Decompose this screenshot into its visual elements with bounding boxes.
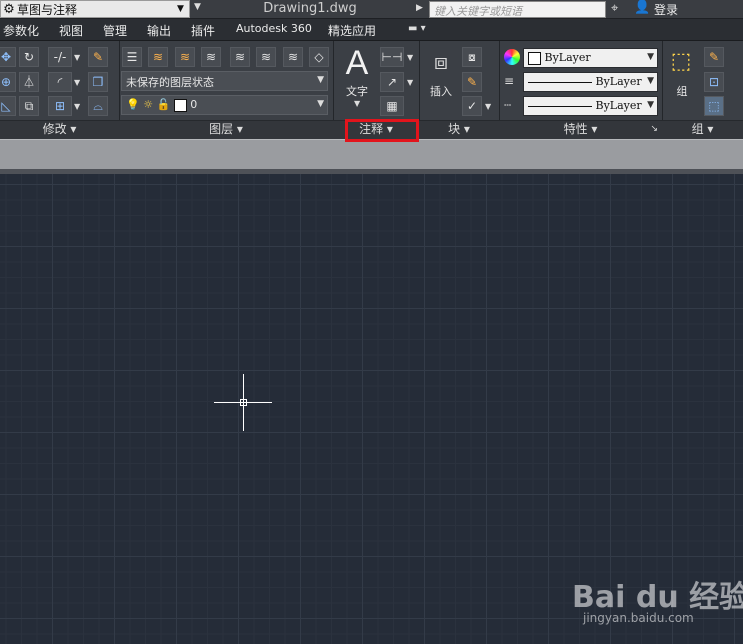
annotation-highlight-box xyxy=(345,119,419,142)
arrow-right-icon[interactable]: ▶ xyxy=(416,3,426,15)
chevron-down-icon[interactable]: ▼ xyxy=(407,53,413,62)
chevron-down-icon[interactable]: ▼ xyxy=(407,78,413,87)
group-button-label[interactable]: 组 xyxy=(668,83,696,99)
gear-icon: ⚙ xyxy=(3,1,15,17)
tab-parametric[interactable]: 参数化 xyxy=(3,22,39,39)
document-title: Drawing1.dwg xyxy=(263,1,357,16)
chevron-down-icon[interactable]: ▼ xyxy=(74,102,80,111)
group-edit-icon[interactable]: ✎ xyxy=(704,47,724,67)
color-swatch-icon xyxy=(173,98,187,112)
layer-isolate-icon[interactable]: ≋ xyxy=(148,47,168,67)
layer-walk-icon[interactable]: ◇ xyxy=(309,47,329,67)
chevron-down-icon: ▼ xyxy=(317,99,324,109)
chevron-down-icon: ▼ xyxy=(647,76,654,86)
dimension-icon[interactable]: ⊢⊣ xyxy=(380,47,404,67)
insert-button-label[interactable]: 插入 xyxy=(423,83,459,99)
rotate-icon[interactable]: ↻ xyxy=(19,47,39,67)
crosshair-pickbox xyxy=(240,399,247,406)
layer-match-icon[interactable]: ≋ xyxy=(201,47,221,67)
bulb-icon: 💡 xyxy=(126,98,140,111)
line-sample xyxy=(528,105,592,107)
chevron-down-icon: ▼ xyxy=(317,75,324,85)
layer-properties-icon[interactable]: ☰ xyxy=(122,47,142,67)
groups-panel-title[interactable]: 组 ▾ xyxy=(662,120,743,139)
tab-plugins[interactable]: 插件 xyxy=(191,22,215,39)
more-tabs-icon[interactable]: ▬ ▾ xyxy=(408,23,426,34)
scale-icon[interactable]: ⧉ xyxy=(19,96,39,116)
block-panel: ⧈ 插入 ⧇ ✎ ✓ ▼ 块 ▾ xyxy=(419,41,500,139)
lineweight-select[interactable]: ByLayer ▼ xyxy=(523,72,658,92)
tab-view[interactable]: 视图 xyxy=(59,22,83,39)
sun-icon: ☼ xyxy=(143,98,154,111)
chevron-down-icon: ▼ xyxy=(647,52,654,62)
layers-panel-title[interactable]: 图层 ▾ xyxy=(119,120,333,139)
block-panel-title[interactable]: 块 ▾ xyxy=(419,120,499,139)
group-icon[interactable]: ⬚ xyxy=(666,49,696,79)
color-select[interactable]: ByLayer ▼ xyxy=(523,48,658,68)
quick-access-dropdown[interactable]: ▼ xyxy=(194,2,206,16)
leader-icon[interactable]: ↗ xyxy=(380,72,404,92)
chevron-down-icon: ▼ xyxy=(177,4,184,14)
explode-icon[interactable]: ❒ xyxy=(88,72,108,92)
fillet-icon[interactable]: ◜ xyxy=(48,72,72,92)
login-button[interactable]: 登录 xyxy=(654,1,694,18)
lock-icon: 🔓 xyxy=(156,98,171,111)
chevron-down-icon: ▼ xyxy=(647,100,654,110)
ungroup-icon[interactable]: ⊡ xyxy=(704,72,724,92)
properties-panel-title[interactable]: 特性 ▾ ↘ xyxy=(499,120,662,139)
chevron-down-icon[interactable]: ▼ xyxy=(354,99,360,108)
mirror-icon[interactable]: ⏃ xyxy=(19,72,39,92)
dialog-launcher-icon[interactable]: ↘ xyxy=(650,121,658,138)
layer-freeze-icon[interactable]: ≋ xyxy=(230,47,250,67)
ribbon-tabs: 参数化 视图 管理 输出 插件 Autodesk 360 精选应用 ▬ ▾ xyxy=(0,19,743,41)
erase-icon[interactable]: ✎ xyxy=(88,47,108,67)
attribute-icon[interactable]: ✓ xyxy=(462,96,482,116)
offset-icon[interactable]: ⌓ xyxy=(88,96,108,116)
layer-select[interactable]: 💡 ☼ 🔓 0 ▼ xyxy=(121,95,328,115)
lineweight-icon[interactable]: ≡ xyxy=(504,74,520,88)
layer-off-icon[interactable]: ≋ xyxy=(175,47,195,67)
tab-output[interactable]: 输出 xyxy=(147,22,171,39)
line-sample xyxy=(528,81,592,83)
modify-panel: ✥ ↻ -/- ▼ ✎ ⊕ ⏃ ◜ ▼ ❒ ◺ ⧉ ⊞ ▼ ⌓ 修改 ▾ xyxy=(0,41,120,139)
groups-panel: ⬚ 组 ✎ ⊡ ⬚ 组 ▾ xyxy=(662,41,743,139)
file-tab-strip xyxy=(0,139,743,169)
layer-unisolate-icon[interactable]: ≋ xyxy=(283,47,303,67)
text-icon[interactable]: A xyxy=(342,45,372,81)
search-input[interactable]: 键入关键字或短语 xyxy=(429,1,606,18)
workspace-label: 草图与注释 xyxy=(17,2,78,17)
chevron-down-icon[interactable]: ▼ xyxy=(74,78,80,87)
layer-state-select[interactable]: 未保存的图层状态 ▼ xyxy=(121,71,328,91)
workspace-switcher[interactable]: ⚙ 草图与注释 ▼ xyxy=(0,0,190,18)
insert-block-icon[interactable]: ⧈ xyxy=(425,50,457,80)
tab-featured-apps[interactable]: 精选应用 xyxy=(328,22,376,39)
edit-block-icon[interactable]: ✎ xyxy=(462,72,482,92)
modify-panel-title[interactable]: 修改 ▾ xyxy=(0,120,119,139)
table-icon[interactable]: ▦ xyxy=(380,96,404,116)
color-wheel-icon[interactable] xyxy=(504,49,520,65)
trim-icon[interactable]: -/- xyxy=(48,47,72,67)
chevron-down-icon[interactable]: ▼ xyxy=(74,53,80,62)
move-icon[interactable]: ✥ xyxy=(0,47,16,67)
layer-lock-icon[interactable]: ≋ xyxy=(256,47,276,67)
binoculars-icon[interactable]: ⌖ xyxy=(611,1,627,18)
tab-manage[interactable]: 管理 xyxy=(103,22,127,39)
group-selection-icon[interactable]: ⬚ xyxy=(704,96,724,116)
create-block-icon[interactable]: ⧇ xyxy=(462,47,482,67)
chevron-down-icon[interactable]: ▼ xyxy=(485,102,491,111)
linetype-icon[interactable]: ┄ xyxy=(504,98,520,112)
array-icon[interactable]: ⊞ xyxy=(48,96,72,116)
layers-panel: ☰ ≋ ≋ ≋ ≋ ≋ ≋ ◇ 未保存的图层状态 ▼ 💡 ☼ 🔓 0 ▼ 图层 ▾ xyxy=(119,41,334,139)
tab-autodesk-360[interactable]: Autodesk 360 xyxy=(236,22,312,35)
color-swatch-icon xyxy=(528,51,541,65)
linetype-select[interactable]: ByLayer ▼ xyxy=(523,96,658,116)
watermark-logo: Bai du 经验 xyxy=(572,580,743,615)
copy-icon[interactable]: ⊕ xyxy=(0,72,16,92)
text-button-label[interactable]: 文字 xyxy=(341,83,373,99)
watermark-url: jingyan.baidu.com xyxy=(583,611,694,625)
user-icon[interactable]: 👤 xyxy=(634,0,650,18)
stretch-icon[interactable]: ◺ xyxy=(0,96,16,116)
properties-panel: ByLayer ▼ ≡ ByLayer ▼ ┄ ByLayer ▼ 特性 ▾ ↘ xyxy=(499,41,663,139)
